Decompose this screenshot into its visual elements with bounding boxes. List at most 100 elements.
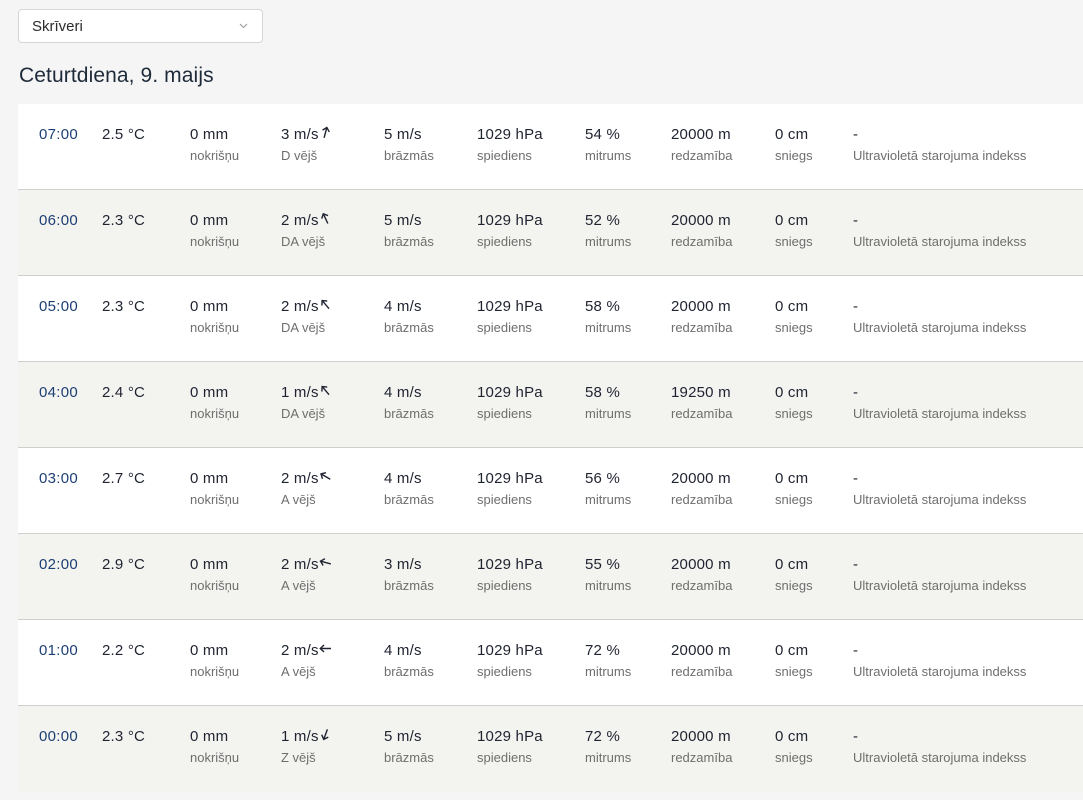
pressure-value: 1029 hPa [477, 298, 543, 315]
humidity-value: 58 % [585, 298, 620, 315]
pressure-cell: 1029 hPa spiediens [477, 126, 543, 164]
location-select-value: Skrīveri [32, 17, 83, 35]
pressure-label: spiediens [477, 750, 532, 765]
pressure-label: spiediens [477, 234, 532, 249]
uv-index-value: - [853, 642, 859, 659]
wind-cell: 2 m/s DA vējš [281, 298, 332, 336]
wind-direction-arrow-icon [317, 726, 334, 743]
time-link[interactable]: 03:00 [39, 470, 78, 488]
pressure-label: spiediens [477, 406, 532, 421]
forecast-row: 07:00 2.5 °C 0 mm nokrišņu 3 m/s D vējš 5 m/s b… [18, 104, 1083, 190]
pressure-value: 1029 hPa [477, 728, 543, 745]
uv-index-value: - [853, 298, 859, 315]
visibility-label: redzamība [671, 750, 733, 765]
gust-value: 4 m/s [384, 470, 422, 487]
wind-cell: 2 m/s DA vējš [281, 212, 332, 250]
precipitation-label: nokrišņu [190, 234, 240, 249]
visibility-label: redzamība [671, 578, 733, 593]
time-link[interactable]: 06:00 [39, 212, 78, 230]
time-link[interactable]: 00:00 [39, 728, 78, 746]
precipitation-cell: 0 mm nokrišņu [190, 470, 239, 508]
visibility-value: 20000 m [671, 556, 731, 573]
wind-value: 2 m/s [281, 642, 319, 659]
humidity-label: mitrums [585, 664, 632, 679]
forecast-row: 01:00 2.2 °C 0 mm nokrišņu 2 m/s A vējš 4 m/s b… [18, 620, 1083, 706]
precipitation-value: 0 mm [190, 212, 229, 229]
uv-index-value: - [853, 556, 859, 573]
time-link[interactable]: 07:00 [39, 126, 78, 144]
snow-cell: 0 cm sniegs [775, 556, 813, 594]
pressure-value: 1029 hPa [477, 556, 543, 573]
temperature-cell: 2.4 °C [102, 384, 145, 402]
snow-cell: 0 cm sniegs [775, 470, 813, 508]
humidity-label: mitrums [585, 148, 632, 163]
visibility-label: redzamība [671, 320, 733, 335]
forecast-row: 00:00 2.3 °C 0 mm nokrišņu 1 m/s Z vējš 5 m/s b… [18, 706, 1083, 792]
uv-index-label: Ultravioletā starojuma indekss [853, 234, 1027, 249]
gust-label: brāzmās [384, 578, 434, 593]
pressure-cell: 1029 hPa spiediens [477, 384, 543, 422]
precipitation-label: nokrišņu [190, 492, 240, 507]
gust-value: 4 m/s [384, 642, 422, 659]
humidity-value: 72 % [585, 728, 620, 745]
wind-value: 1 m/s [281, 728, 319, 745]
wind-cell: 2 m/s A vējš [281, 556, 332, 594]
temperature-cell: 2.3 °C [102, 728, 145, 746]
uv-index-label: Ultravioletā starojuma indekss [853, 492, 1027, 507]
humidity-value: 58 % [585, 384, 620, 401]
humidity-label: mitrums [585, 320, 632, 335]
time-link[interactable]: 04:00 [39, 384, 78, 402]
wind-value: 2 m/s [281, 212, 319, 229]
snow-value: 0 cm [775, 556, 809, 573]
precipitation-value: 0 mm [190, 384, 229, 401]
snow-label: sniegs [775, 750, 813, 765]
uv-index-label: Ultravioletā starojuma indekss [853, 406, 1027, 421]
humidity-cell: 72 % mitrums [585, 642, 631, 680]
humidity-value: 54 % [585, 126, 620, 143]
humidity-cell: 55 % mitrums [585, 556, 631, 594]
pressure-value: 1029 hPa [477, 126, 543, 143]
uv-index-value: - [853, 384, 859, 401]
pressure-cell: 1029 hPa spiediens [477, 728, 543, 766]
precipitation-label: nokrišņu [190, 320, 240, 335]
snow-value: 0 cm [775, 126, 809, 143]
humidity-label: mitrums [585, 750, 632, 765]
uv-index-cell: - Ultravioletā starojuma indekss [853, 556, 1026, 594]
uv-index-cell: - Ultravioletā starojuma indekss [853, 384, 1026, 422]
gust-value: 3 m/s [384, 556, 422, 573]
forecast-row: 06:00 2.3 °C 0 mm nokrišņu 2 m/s DA vējš 5 m/s… [18, 190, 1083, 276]
humidity-label: mitrums [585, 492, 632, 507]
visibility-value: 20000 m [671, 642, 731, 659]
precipitation-label: nokrišņu [190, 578, 240, 593]
humidity-value: 55 % [585, 556, 620, 573]
wind-direction-label: A vējš [281, 664, 316, 679]
humidity-label: mitrums [585, 234, 632, 249]
forecast-row: 04:00 2.4 °C 0 mm nokrišņu 1 m/s DA vējš 4 m/s… [18, 362, 1083, 448]
uv-index-value: - [853, 212, 859, 229]
gust-cell: 5 m/s brāzmās [384, 126, 434, 164]
uv-index-cell: - Ultravioletā starojuma indekss [853, 126, 1026, 164]
wind-value: 2 m/s [281, 556, 319, 573]
gust-value: 4 m/s [384, 384, 422, 401]
temperature-cell: 2.3 °C [102, 212, 145, 230]
wind-direction-label: DA vējš [281, 320, 326, 335]
visibility-value: 20000 m [671, 470, 731, 487]
time-link[interactable]: 01:00 [39, 642, 78, 660]
gust-cell: 4 m/s brāzmās [384, 298, 434, 336]
time-link[interactable]: 02:00 [39, 556, 78, 574]
temperature-value: 2.9 °C [102, 556, 146, 573]
visibility-cell: 20000 m redzamība [671, 126, 732, 164]
wind-cell: 2 m/s A vējš [281, 642, 332, 680]
humidity-value: 72 % [585, 642, 620, 659]
humidity-label: mitrums [585, 578, 632, 593]
time-link[interactable]: 05:00 [39, 298, 78, 316]
location-select[interactable]: Skrīveri [18, 9, 263, 43]
wind-direction-arrow-icon [317, 555, 333, 571]
uv-index-label: Ultravioletā starojuma indekss [853, 578, 1027, 593]
uv-index-value: - [853, 728, 859, 745]
snow-label: sniegs [775, 148, 813, 163]
precipitation-value: 0 mm [190, 298, 229, 315]
snow-value: 0 cm [775, 470, 809, 487]
hourly-forecast-table: 07:00 2.5 °C 0 mm nokrišņu 3 m/s D vējš 5 m/s b… [18, 104, 1083, 792]
visibility-label: redzamība [671, 234, 733, 249]
